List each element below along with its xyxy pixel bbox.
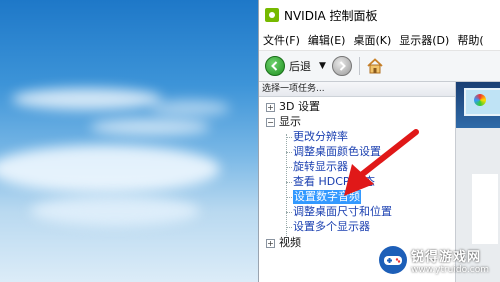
menu-edit[interactable]: 编辑(E) xyxy=(304,32,350,48)
toolbar: 后退 ▼ xyxy=(259,51,500,82)
gamepad-logo-icon xyxy=(379,246,407,274)
cloud xyxy=(0,145,220,193)
tree-item-label[interactable]: 调整桌面尺寸和位置 xyxy=(293,205,392,219)
arrow-right-icon xyxy=(339,61,346,71)
back-button[interactable] xyxy=(265,56,285,76)
tree-item-label[interactable]: 更改分辨率 xyxy=(293,130,348,144)
cloud xyxy=(12,88,162,110)
collapse-icon[interactable]: − xyxy=(266,118,275,127)
menu-desktop[interactable]: 桌面(K) xyxy=(349,32,395,48)
tree-item-label[interactable]: 查看 HDCP 状态 xyxy=(293,175,375,189)
monitor-icon xyxy=(464,88,500,116)
menu-display[interactable]: 显示器(D) xyxy=(395,32,453,48)
tree-node-label[interactable]: 3D 设置 xyxy=(279,100,320,114)
content-card xyxy=(472,174,498,244)
expand-icon[interactable]: + xyxy=(266,103,275,112)
window-title: NVIDIA 控制面板 xyxy=(284,8,378,23)
expand-icon[interactable]: + xyxy=(266,239,275,248)
toolbar-separator xyxy=(358,57,360,75)
watermark-title: 锐得游戏网 xyxy=(411,249,482,265)
cloud xyxy=(90,118,210,136)
cloud xyxy=(30,196,200,226)
page-banner xyxy=(456,82,500,128)
back-label[interactable]: 后退 xyxy=(289,58,311,74)
desktop-wallpaper xyxy=(0,0,258,282)
caret-down-icon[interactable]: ▼ xyxy=(319,61,326,71)
nvidia-logo-icon xyxy=(265,8,279,22)
tree-node-label[interactable]: 显示 xyxy=(279,115,301,129)
cloud xyxy=(150,100,230,116)
forward-button[interactable] xyxy=(331,56,352,76)
menu-help[interactable]: 帮助( xyxy=(453,32,487,48)
home-button[interactable] xyxy=(366,57,384,75)
menu-file[interactable]: 文件(F) xyxy=(259,32,304,48)
tree-item-label[interactable]: 旋转显示器 xyxy=(293,160,348,174)
title-bar[interactable]: NVIDIA 控制面板 xyxy=(259,0,500,30)
task-panel-header: 选择一项任务... xyxy=(259,82,455,97)
tree-node-label[interactable]: 视频 xyxy=(279,236,301,250)
tree-item-label[interactable]: 设置数字音频 xyxy=(293,190,361,204)
menu-bar: 文件(F) 编辑(E) 桌面(K) 显示器(D) 帮助( xyxy=(259,30,500,51)
tree-item-label[interactable]: 设置多个显示器 xyxy=(293,220,370,234)
watermark: 锐得游戏网 www.ytruido.com xyxy=(378,240,500,280)
arrow-left-icon xyxy=(271,61,278,71)
tree-item-label[interactable]: 调整桌面颜色设置 xyxy=(293,145,381,159)
home-icon xyxy=(367,58,383,74)
watermark-url: www.ytruido.com xyxy=(411,264,490,275)
